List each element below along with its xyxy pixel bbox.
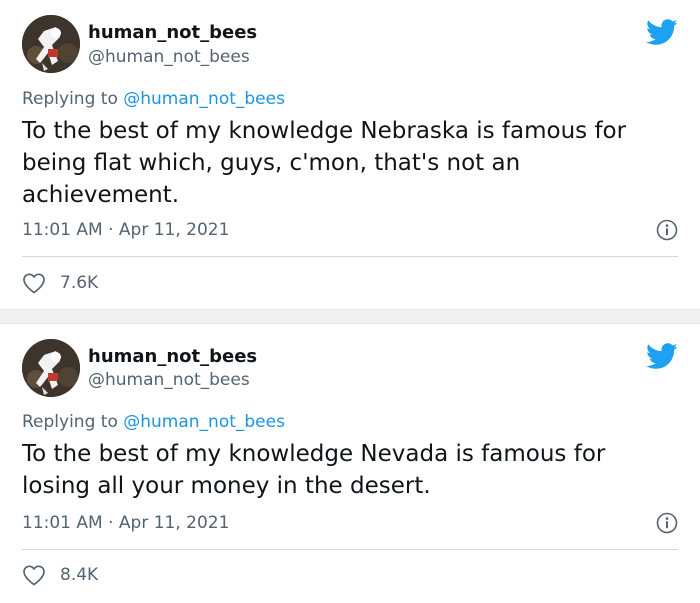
like-button[interactable]: 8.4K	[22, 562, 98, 588]
like-count: 8.4K	[60, 565, 99, 585]
tweet-timestamp[interactable]: 11:01 AM · Apr 11, 2021	[22, 512, 229, 534]
avatar[interactable]	[22, 15, 80, 73]
divider	[22, 256, 678, 257]
twitter-bird-icon[interactable]	[646, 19, 678, 46]
replying-to-label: Replying to	[22, 412, 124, 432]
replying-to-label: Replying to	[22, 89, 124, 109]
replying-to-mention[interactable]: @human_not_bees	[123, 89, 285, 109]
display-name[interactable]: human_not_bees	[88, 346, 257, 368]
avatar[interactable]	[22, 339, 80, 397]
tweet-text: To the best of my knowledge Nebraska is …	[22, 118, 627, 208]
tweet-timestamp[interactable]: 11:01 AM · Apr 11, 2021	[22, 219, 229, 241]
tweet-card: human_not_bees @human_not_bees Replying …	[0, 323, 700, 603]
user-handle[interactable]: @human_not_bees	[88, 46, 250, 68]
user-handle[interactable]: @human_not_bees	[88, 369, 250, 391]
like-count: 7.6K	[60, 273, 99, 293]
twitter-bird-icon[interactable]	[646, 343, 678, 370]
heart-icon	[23, 273, 45, 294]
info-icon[interactable]	[656, 512, 678, 534]
divider	[22, 549, 678, 550]
info-icon[interactable]	[656, 219, 678, 241]
avatar-image	[22, 15, 80, 73]
avatar-image	[22, 339, 80, 397]
like-button[interactable]: 7.6K	[22, 270, 98, 296]
display-name[interactable]: human_not_bees	[88, 22, 257, 44]
tweet-card: human_not_bees @human_not_bees Replying …	[0, 0, 700, 310]
replying-to: Replying to @human_not_bees	[22, 411, 285, 433]
heart-icon	[23, 565, 45, 586]
tweet-text: To the best of my knowledge Nevada is fa…	[22, 441, 606, 499]
replying-to: Replying to @human_not_bees	[22, 88, 285, 110]
replying-to-mention[interactable]: @human_not_bees	[123, 412, 285, 432]
